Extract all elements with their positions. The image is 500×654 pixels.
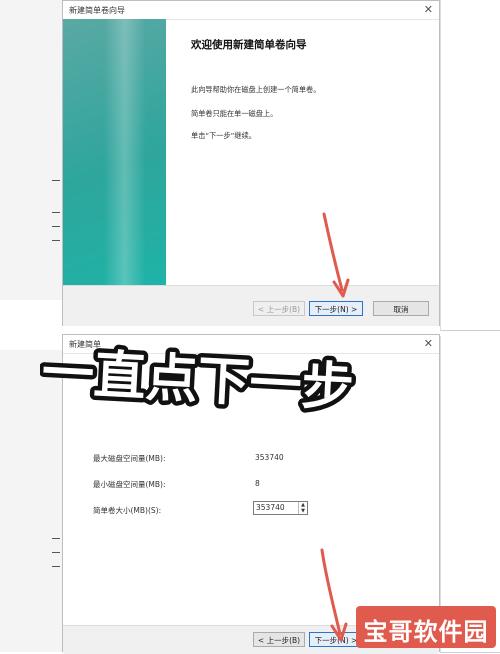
page-heading: 欢迎使用新建简单卷向导: [191, 39, 307, 51]
intro-line-3: 单击“下一步”继续。: [191, 131, 256, 140]
wizard-sidebar-image: [63, 19, 166, 285]
min-size-label: 最小磁盘空间量(MB):: [93, 480, 166, 489]
back-button[interactable]: < 上一步(B): [253, 301, 305, 316]
dialog-title: 新建简单卷向导: [69, 6, 125, 15]
red-arrow-icon: [320, 548, 348, 642]
max-size-row: 最大磁盘空间量(MB): 353740: [93, 453, 413, 467]
max-size-label: 最大磁盘空间量(MB):: [93, 454, 166, 463]
close-icon[interactable]: ✕: [424, 3, 433, 16]
min-size-value: 8: [255, 479, 260, 488]
intro-line-1: 此向导帮助你在磁盘上创建一个简单卷。: [191, 85, 321, 94]
cancel-button[interactable]: 取消: [373, 301, 429, 316]
stepper-arrows-icon[interactable]: ▲ ▼: [298, 502, 307, 514]
caption-overlay: 一直点下一步: [40, 338, 360, 420]
volume-size-stepper[interactable]: 353740 ▲ ▼: [253, 501, 308, 515]
caption-text: 一直点下一步: [40, 343, 355, 419]
close-icon[interactable]: ✕: [424, 337, 433, 350]
wizard-dialog-welcome: 新建简单卷向导 ✕ 欢迎使用新建简单卷向导 此向导帮助你在磁盘上创建一个简单卷。…: [62, 0, 440, 326]
volume-size-input[interactable]: 353740: [256, 503, 285, 512]
min-size-row: 最小磁盘空间量(MB): 8: [93, 479, 413, 493]
watermark-text: 宝哥软件园: [363, 618, 489, 646]
background-window-left-1: [0, 0, 62, 300]
max-size-value: 353740: [255, 453, 284, 462]
intro-line-2: 简单卷只能在单一磁盘上。: [191, 109, 278, 118]
background-window-right-1: [440, 0, 500, 331]
back-button[interactable]: < 上一步(B): [253, 632, 305, 647]
volume-size-label: 简单卷大小(MB)(S):: [93, 506, 162, 515]
welcome-content: 欢迎使用新建简单卷向导 此向导帮助你在磁盘上创建一个简单卷。 简单卷只能在单一磁…: [191, 37, 431, 140]
dialog-titlebar: 新建简单卷向导 ✕: [63, 1, 439, 20]
next-button[interactable]: 下一步(N) >: [309, 301, 363, 316]
watermark-badge: 宝哥软件园: [356, 606, 496, 648]
red-arrow-icon: [322, 212, 350, 298]
volume-size-row: 简单卷大小(MB)(S): 353740 ▲ ▼: [93, 501, 413, 519]
dialog-footer: < 上一步(B) 下一步(N) > 取消: [63, 285, 439, 326]
